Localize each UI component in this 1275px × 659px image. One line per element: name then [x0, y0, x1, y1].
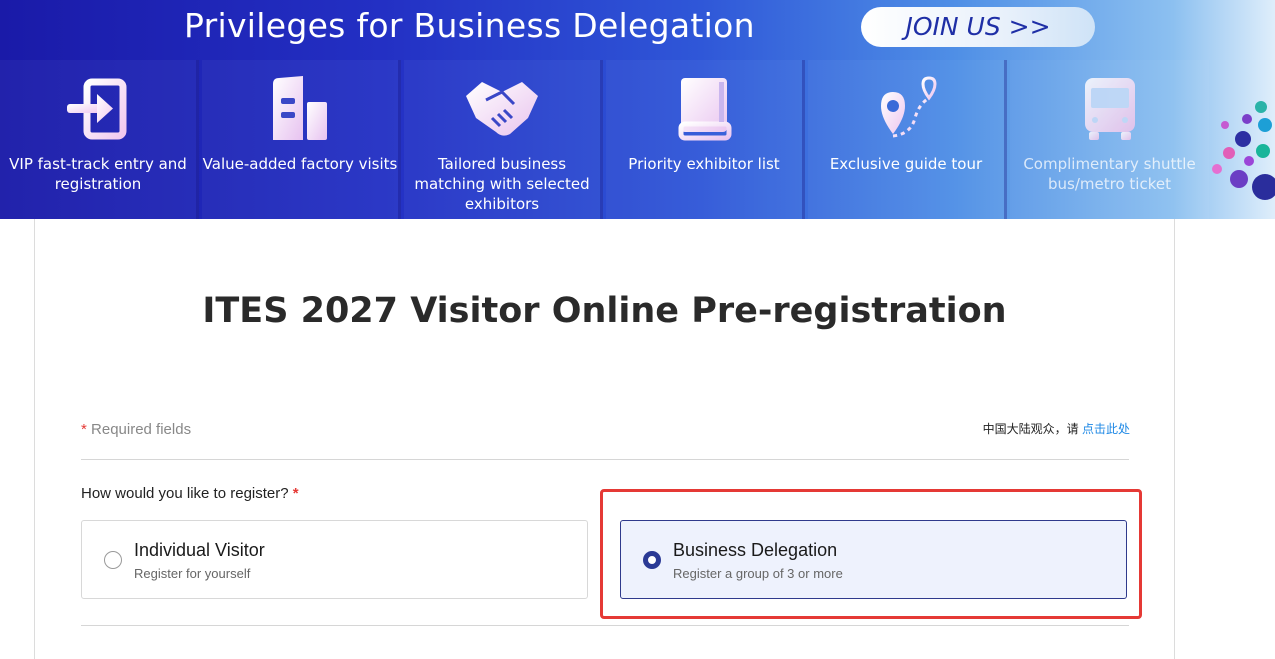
mainland-click-here-link[interactable]: 点击此处 — [1082, 422, 1130, 436]
option-subtitle: Register a group of 3 or more — [673, 566, 843, 581]
privileges-banner: Privileges for Business Delegation JOIN … — [0, 0, 1275, 219]
benefit-label: Exclusive guide tour — [829, 155, 983, 173]
benefit-shuttle: Complimentary shuttle bus/metro ticket — [1010, 60, 1209, 219]
handshake-icon — [404, 74, 600, 148]
question-label: How would you like to register? — [81, 485, 289, 502]
divider — [81, 459, 1129, 460]
option-title: Individual Visitor — [134, 540, 265, 560]
benefit-priority-list: Priority exhibitor list — [606, 60, 805, 219]
book-icon — [606, 74, 802, 148]
option-title: Business Delegation — [673, 540, 838, 560]
benefit-factory-visits: Value-added factory visits — [202, 60, 401, 219]
map-pin-route-icon — [808, 74, 1004, 148]
required-star: * — [81, 421, 87, 438]
radio-button-unchecked[interactable] — [104, 551, 122, 569]
option-business-delegation[interactable]: Business Delegation Register a group of … — [620, 520, 1127, 599]
option-individual-visitor[interactable]: Individual Visitor Register for yourself — [81, 520, 588, 599]
benefit-guide-tour: Exclusive guide tour — [808, 60, 1007, 219]
benefit-vip-entry: VIP fast-track entry and registration — [0, 60, 199, 219]
benefit-label: Complimentary shuttle bus/metro ticket — [1023, 155, 1196, 193]
bus-icon — [1010, 74, 1209, 148]
registration-form-card: ITES 2027 Visitor Online Pre-registratio… — [34, 219, 1175, 659]
mainland-note-text: 中国大陆观众，请 — [982, 422, 1079, 436]
required-star: * — [292, 485, 299, 502]
benefits-row: VIP fast-track entry and registration Va… — [0, 60, 1212, 219]
entry-icon — [0, 74, 196, 148]
building-icon — [202, 74, 398, 148]
join-us-button[interactable]: JOIN US >> — [861, 7, 1095, 47]
mainland-china-note: 中国大陆观众，请 点击此处 — [983, 420, 1130, 437]
divider — [81, 625, 1129, 626]
radio-button-checked[interactable] — [643, 551, 661, 569]
benefit-label: Value-added factory visits — [202, 155, 398, 173]
decorative-spheres — [1212, 101, 1275, 200]
benefit-label: Priority exhibitor list — [628, 155, 780, 173]
required-fields-note: * Required fields — [81, 421, 191, 438]
option-subtitle: Register for yourself — [134, 566, 251, 581]
benefit-label: VIP fast-track entry and registration — [9, 155, 187, 193]
benefit-label: Tailored business matching with selected… — [414, 155, 590, 213]
registration-type-question: How would you like to register? * — [81, 485, 299, 502]
banner-title: Privileges for Business Delegation — [184, 6, 755, 45]
required-fields-text: Required fields — [91, 421, 192, 438]
benefit-business-matching: Tailored business matching with selected… — [404, 60, 603, 219]
page-title: ITES 2027 Visitor Online Pre-registratio… — [202, 291, 1007, 331]
